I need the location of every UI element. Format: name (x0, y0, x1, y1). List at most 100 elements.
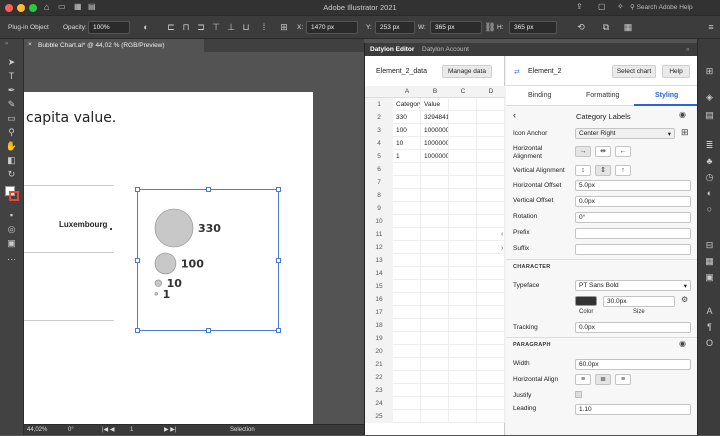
data-cell[interactable] (421, 371, 449, 384)
data-cell[interactable] (421, 384, 449, 397)
data-cell[interactable]: 1000000 (421, 124, 449, 137)
type-tool-icon[interactable]: T (5, 70, 18, 82)
row-number[interactable]: 24 (365, 397, 393, 410)
appearance-icon[interactable]: ○ (703, 203, 716, 215)
anchor-grid-icon[interactable]: ⊞ (681, 127, 689, 138)
data-cell[interactable]: 1000000 (421, 150, 449, 163)
transform-panel-dock-icon[interactable]: ▦ (703, 255, 716, 267)
column-header-c[interactable]: C (449, 86, 477, 98)
data-cell[interactable] (477, 397, 505, 410)
data-cell[interactable] (449, 345, 477, 358)
halign-center-icon[interactable]: ⇹ (595, 146, 611, 157)
column-header-a[interactable]: A (393, 86, 421, 98)
pen-tool-icon[interactable]: ✒ (5, 84, 18, 96)
data-cell[interactable] (449, 306, 477, 319)
data-cell[interactable] (449, 280, 477, 293)
data-cell[interactable] (421, 410, 449, 423)
data-cell[interactable] (421, 345, 449, 358)
data-cell[interactable] (449, 228, 477, 241)
width-field[interactable]: 365 px (430, 21, 482, 34)
row-number[interactable]: 4 (365, 137, 393, 150)
data-cell[interactable] (449, 241, 477, 254)
row-number[interactable]: 7 (365, 176, 393, 189)
manage-data-button[interactable]: Manage data (442, 65, 492, 78)
data-cell[interactable] (393, 358, 421, 371)
data-cell[interactable] (477, 410, 505, 423)
data-cell[interactable] (421, 332, 449, 345)
data-cell[interactable] (477, 267, 505, 280)
height-field[interactable]: 365 px (509, 21, 557, 34)
data-cell[interactable] (449, 332, 477, 345)
data-cell[interactable] (477, 189, 505, 202)
arrange-documents-icon[interactable]: ▦ (622, 21, 634, 33)
eraser-tool-icon[interactable]: ◧ (5, 154, 18, 166)
align-middle-icon[interactable]: ⊥ (225, 21, 237, 33)
row-number[interactable]: 5 (365, 150, 393, 163)
data-cell[interactable] (477, 306, 505, 319)
data-cell[interactable] (477, 280, 505, 293)
row-number[interactable]: 12 (365, 241, 393, 254)
data-cell[interactable] (421, 176, 449, 189)
data-cell[interactable] (477, 384, 505, 397)
data-cell[interactable] (421, 267, 449, 280)
data-cell[interactable]: Category (393, 98, 421, 111)
data-cell[interactable] (477, 163, 505, 176)
libraries-icon[interactable]: ▤ (703, 109, 716, 121)
data-cell[interactable] (477, 371, 505, 384)
pathfinder-icon[interactable]: ▣ (703, 271, 716, 283)
data-cell[interactable] (449, 371, 477, 384)
data-cell[interactable] (393, 267, 421, 280)
prefix-input[interactable] (575, 228, 691, 239)
brushes-icon[interactable]: ♣ (703, 155, 716, 167)
data-cell[interactable] (393, 163, 421, 176)
zoom-tool-icon[interactable]: ⚲ (5, 126, 18, 138)
data-cell[interactable]: 1000000 (421, 137, 449, 150)
data-cell[interactable] (393, 384, 421, 397)
data-cell[interactable] (477, 98, 505, 111)
data-cell[interactable] (421, 293, 449, 306)
row-number[interactable]: 3 (365, 124, 393, 137)
suffix-input[interactable] (575, 244, 691, 255)
row-number[interactable]: 9 (365, 202, 393, 215)
data-cell[interactable] (477, 345, 505, 358)
rotate-tool-icon[interactable]: ↻ (5, 168, 18, 180)
artboard-number[interactable]: 1 (130, 427, 133, 433)
row-number[interactable]: 10 (365, 215, 393, 228)
row-number[interactable]: 14 (365, 267, 393, 280)
horizontal-offset-input[interactable]: 5.0px (575, 180, 691, 191)
data-cell[interactable] (393, 371, 421, 384)
align-left-icon[interactable]: ⊏ (165, 21, 177, 33)
panel-expand-icon[interactable]: » (686, 46, 690, 53)
data-cell[interactable] (477, 293, 505, 306)
tracking-input[interactable]: 0.0px (575, 322, 691, 333)
data-cell[interactable] (449, 189, 477, 202)
opacity-field[interactable]: 100% (88, 21, 130, 34)
data-cell[interactable] (477, 137, 505, 150)
paragraph-panel-icon[interactable]: ¶ (703, 321, 716, 333)
transform-icon[interactable]: ⊞ (278, 21, 290, 33)
constrain-proportions-icon[interactable]: ⛓ (484, 21, 496, 33)
lightbulb-icon[interactable]: ✧ (617, 2, 624, 11)
distribute-icon[interactable]: ⁞ (258, 21, 270, 33)
fill-stroke-icon[interactable] (5, 186, 19, 204)
data-cell[interactable] (449, 202, 477, 215)
row-number[interactable]: 19 (365, 332, 393, 345)
font-size-input[interactable]: 30.0px (603, 296, 675, 307)
row-number[interactable]: 21 (365, 358, 393, 371)
artboard-nav-next-icon[interactable]: ▶ ▶| (164, 426, 176, 433)
text-align-center-icon[interactable]: ≣ (595, 374, 611, 385)
help-button[interactable]: Help (662, 65, 690, 78)
halign-left-icon[interactable]: → (575, 146, 591, 157)
data-cell[interactable] (421, 306, 449, 319)
color-mode-icon[interactable]: ▪ (5, 209, 18, 221)
data-cell[interactable] (449, 254, 477, 267)
hand-tool-icon[interactable]: ✋ (5, 140, 18, 152)
data-cell[interactable] (477, 254, 505, 267)
data-cell[interactable] (449, 137, 477, 150)
data-cell[interactable] (477, 358, 505, 371)
data-cell[interactable] (421, 189, 449, 202)
data-cell[interactable]: Value (421, 98, 449, 111)
data-cell[interactable] (421, 228, 449, 241)
data-cell[interactable] (393, 306, 421, 319)
row-number[interactable]: 6 (365, 163, 393, 176)
